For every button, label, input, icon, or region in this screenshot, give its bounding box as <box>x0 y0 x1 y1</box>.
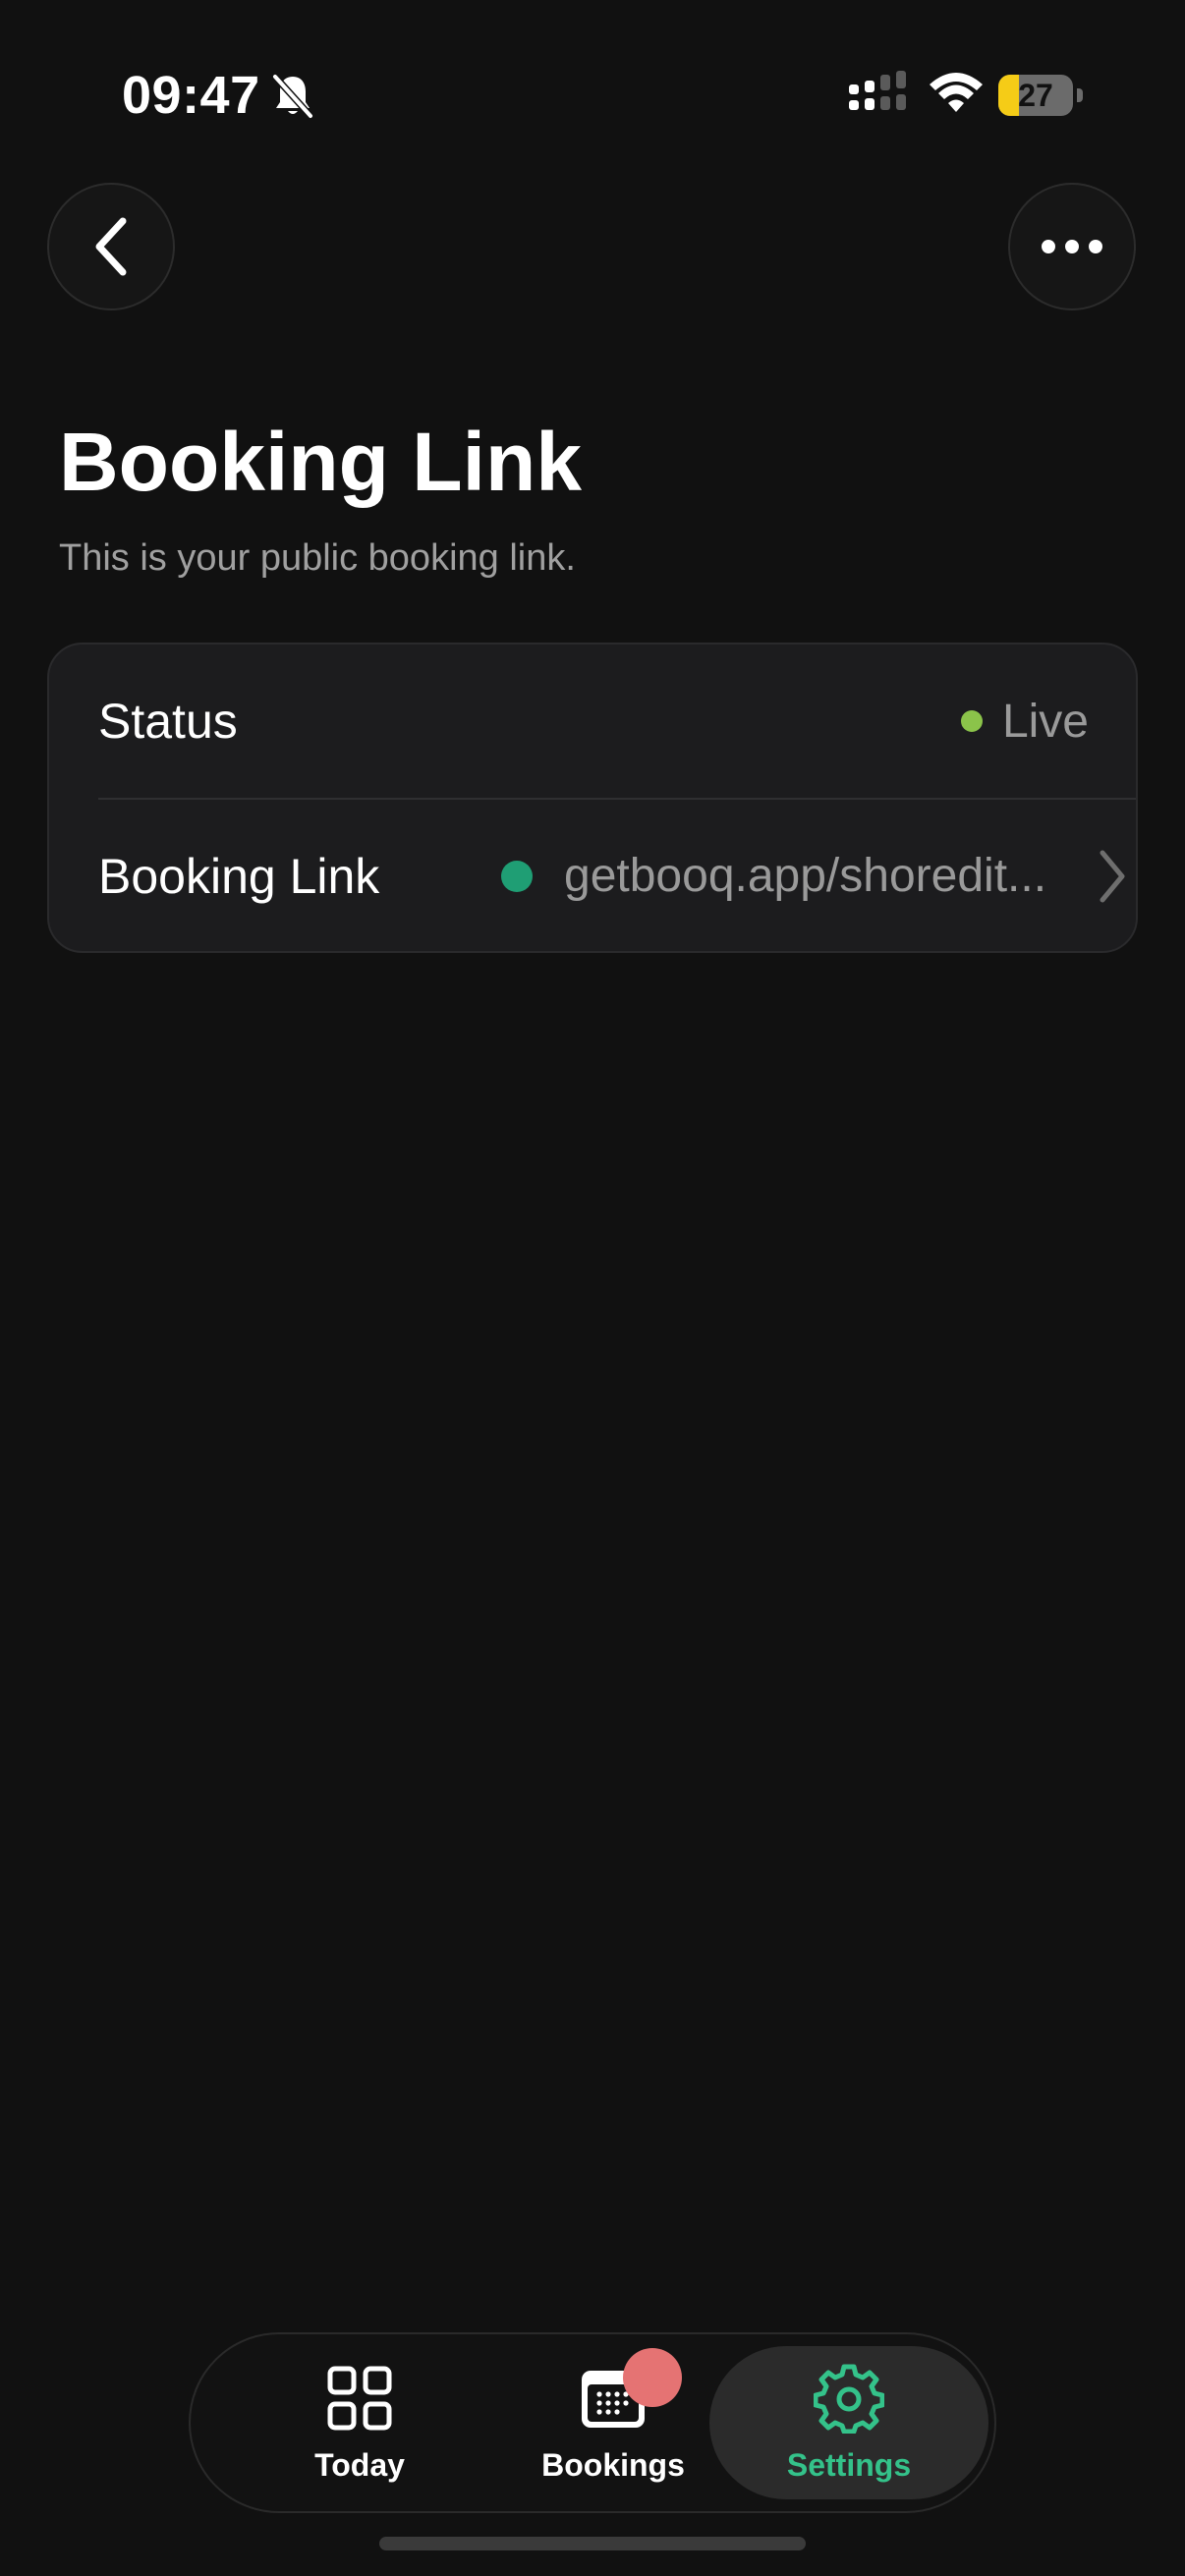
status-text: Live <box>1001 695 1089 748</box>
more-options-button[interactable] <box>1008 183 1136 310</box>
battery-icon: 27 <box>998 75 1083 116</box>
booking-link-card: Status Live Booking Link getbooq.app/sho… <box>47 643 1138 953</box>
status-bar: 09:47 27 <box>0 0 1185 196</box>
status-time: 09:47 <box>122 66 260 125</box>
link-status-dot-icon <box>501 861 533 892</box>
booking-link-row[interactable]: Booking Link getbooq.app/shoredit... <box>49 800 1136 951</box>
status-row: Status Live <box>49 644 1136 798</box>
home-indicator[interactable] <box>379 2537 806 2550</box>
notification-badge <box>623 2348 682 2407</box>
status-label: Status <box>98 694 238 749</box>
gear-icon <box>814 2364 884 2434</box>
tab-today[interactable]: Today <box>255 2334 464 2511</box>
cellular-signal-icon <box>849 71 906 110</box>
battery-level: 27 <box>1018 78 1053 113</box>
tab-today-label: Today <box>314 2446 405 2483</box>
ellipsis-icon <box>1042 240 1102 253</box>
chevron-left-icon <box>95 217 127 276</box>
tab-settings-label: Settings <box>786 2446 912 2483</box>
tab-bookings[interactable]: Bookings <box>509 2334 717 2511</box>
grid-icon <box>327 2366 392 2430</box>
booking-link-url: getbooq.app/shoredit... <box>564 850 1047 902</box>
tab-settings[interactable]: Settings <box>709 2346 988 2499</box>
wifi-icon <box>930 73 983 112</box>
back-button[interactable] <box>47 183 175 310</box>
chevron-right-icon <box>1100 850 1125 903</box>
page-subtitle: This is your public booking link. <box>59 537 576 579</box>
bell-slash-icon <box>272 74 313 119</box>
live-dot-icon <box>960 710 983 732</box>
status-value: Live <box>960 644 1089 798</box>
page-title: Booking Link <box>59 416 582 508</box>
tab-bookings-label: Bookings <box>541 2446 685 2483</box>
booking-link-label: Booking Link <box>98 849 380 904</box>
tab-bar: Today Bookings Settings <box>189 2332 996 2513</box>
